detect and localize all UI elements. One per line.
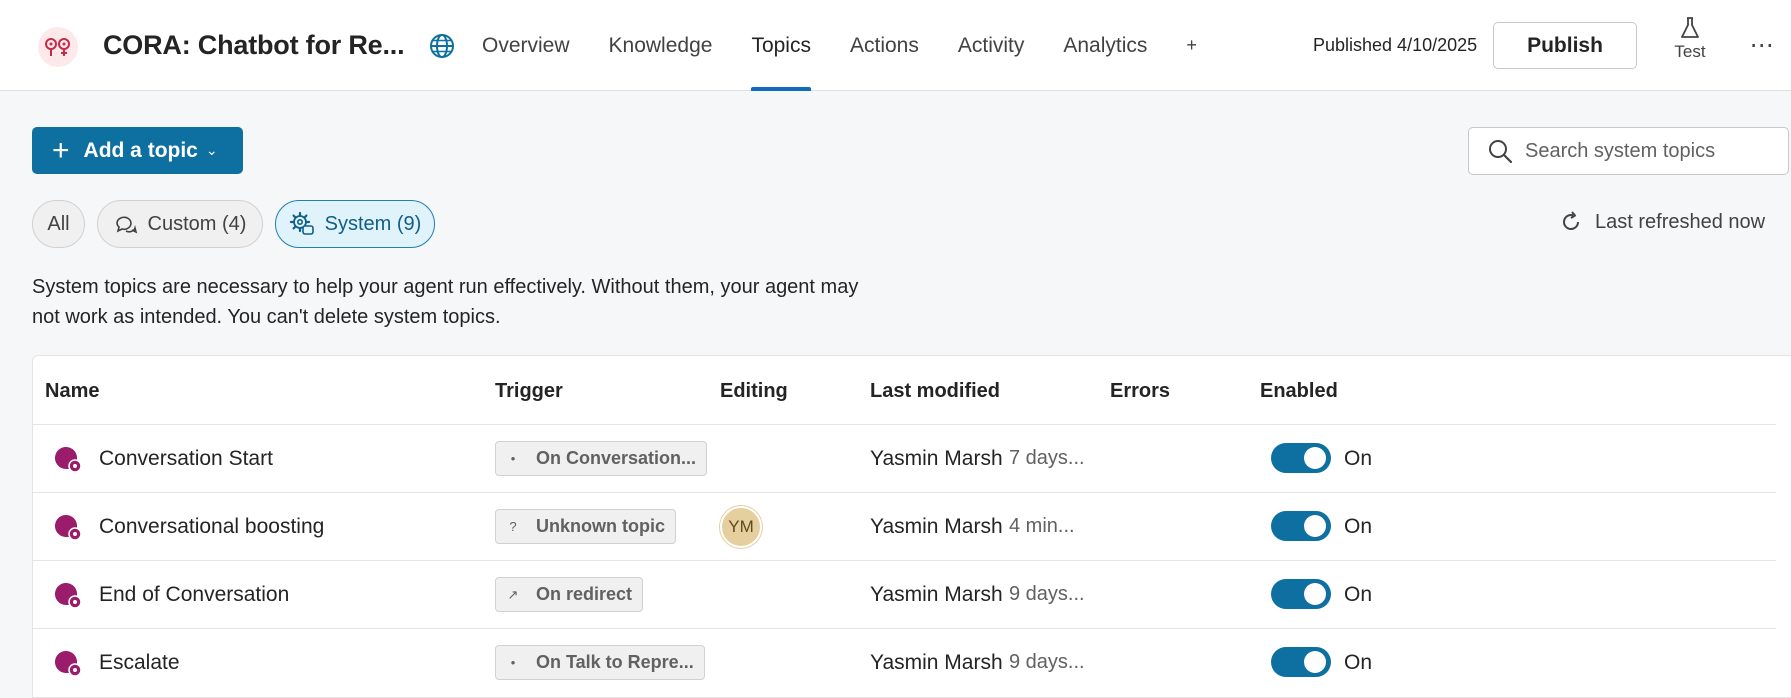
table-row[interactable]: Escalate • On Talk to Repre... Yasmin Ma… [33, 628, 1776, 696]
search-icon [1489, 140, 1513, 164]
refresh-label: Last refreshed now [1595, 210, 1766, 233]
column-header-editing[interactable]: Editing [720, 380, 788, 403]
redirect-icon: ↗ [507, 586, 519, 602]
tab-knowledge[interactable]: Knowledge [609, 0, 713, 91]
system-topic-icon [54, 650, 82, 677]
main-nav: Overview Knowledge Topics Actions Activi… [482, 0, 1236, 91]
enabled-label: On [1344, 514, 1373, 538]
published-status: Published 4/10/2025 [1313, 35, 1478, 55]
modified-when: 9 days... [1009, 651, 1085, 673]
gear-chat-icon [289, 211, 315, 237]
trigger-label: Unknown topic [536, 516, 665, 536]
plus-icon: + [52, 133, 70, 167]
toggle-knob [1304, 515, 1326, 537]
top-header: CORA: Chatbot for Re... Overview Knowled… [0, 0, 1791, 91]
enabled-toggle[interactable] [1271, 443, 1331, 473]
modified-when: 4 min... [1009, 515, 1075, 537]
filter-all-label: All [47, 212, 70, 235]
add-topic-label: Add a topic [83, 138, 198, 162]
table-row[interactable]: End of Conversation ↗ On redirect Yasmin… [33, 560, 1776, 628]
flask-icon [1681, 17, 1699, 38]
refresh-button[interactable]: Last refreshed now [1559, 210, 1765, 234]
topic-name[interactable]: Conversational boosting [99, 493, 324, 560]
modified-when: 7 days... [1009, 447, 1085, 469]
filter-system-label: System (9) [324, 212, 422, 235]
modified-by: Yasmin Marsh [870, 650, 1003, 674]
trigger-badge: ↗ On redirect [495, 577, 644, 612]
modified-by: Yasmin Marsh [870, 582, 1003, 606]
filter-custom[interactable]: Custom (4) [97, 200, 263, 248]
system-topics-notice: System topics are necessary to help your… [32, 276, 859, 328]
test-label: Test [1674, 42, 1706, 61]
trigger-badge: • On Conversation... [495, 441, 708, 476]
filter-all[interactable]: All [32, 200, 85, 248]
agent-logo-icon [45, 38, 70, 56]
table-row[interactable]: Conversation Start • On Conversation... … [33, 424, 1776, 492]
search-placeholder: Search system topics [1525, 139, 1716, 162]
lightbulb-icon: • [510, 655, 516, 670]
enabled-toggle[interactable] [1271, 579, 1331, 609]
tab-overview[interactable]: Overview [482, 0, 570, 91]
topic-name[interactable]: Escalate [99, 629, 180, 696]
column-header-name[interactable]: Name [45, 380, 99, 403]
question-icon: ? [509, 519, 517, 534]
globe-icon[interactable] [428, 32, 456, 60]
column-header-errors[interactable]: Errors [1110, 380, 1170, 403]
chevron-down-icon: ⌄ [205, 142, 218, 158]
column-header-trigger[interactable]: Trigger [495, 380, 563, 403]
agent-title[interactable]: CORA: Chatbot for Re... [103, 30, 405, 61]
editor-avatar[interactable]: YM [720, 506, 762, 548]
add-topic-button[interactable]: + Add a topic ⌄ [32, 127, 243, 174]
topics-table: Name Trigger Editing Last modified Error… [32, 355, 1791, 698]
more-options-button[interactable]: ⋯ [1742, 30, 1782, 60]
topic-name[interactable]: Conversation Start [99, 425, 273, 492]
lightbulb-icon: • [510, 451, 516, 466]
system-topic-icon [54, 446, 82, 473]
system-topic-icon [54, 514, 82, 541]
trigger-label: On Talk to Repre... [536, 652, 694, 672]
enabled-label: On [1344, 446, 1373, 470]
modified-by: Yasmin Marsh [870, 514, 1003, 538]
refresh-icon [1559, 210, 1583, 234]
enabled-label: On [1344, 582, 1373, 606]
trigger-badge: • On Talk to Repre... [495, 645, 705, 680]
modified-when: 9 days... [1009, 583, 1085, 605]
filter-system[interactable]: System (9) [275, 200, 435, 248]
enabled-toggle[interactable] [1271, 511, 1331, 541]
trigger-label: On redirect [536, 584, 633, 604]
column-header-enabled[interactable]: Enabled [1260, 380, 1338, 403]
chat-icon [114, 213, 138, 235]
search-input[interactable]: Search system topics [1468, 127, 1789, 175]
tab-actions[interactable]: Actions [850, 0, 919, 91]
agent-logo[interactable] [38, 27, 78, 67]
topic-name[interactable]: End of Conversation [99, 561, 289, 628]
enabled-toggle[interactable] [1271, 647, 1331, 677]
toggle-knob [1304, 583, 1326, 605]
trigger-label: On Conversation... [536, 448, 697, 468]
system-topic-icon [54, 582, 82, 609]
toggle-knob [1304, 651, 1326, 673]
toggle-knob [1304, 447, 1326, 469]
table-row[interactable]: Conversational boosting ? Unknown topic … [33, 492, 1776, 560]
filter-custom-label: Custom (4) [147, 212, 247, 235]
modified-by: Yasmin Marsh [870, 446, 1003, 470]
tab-topics[interactable]: Topics [751, 0, 811, 91]
tab-activity[interactable]: Activity [958, 0, 1025, 91]
publish-button[interactable]: Publish [1493, 22, 1637, 69]
test-button[interactable]: Test [1665, 16, 1715, 76]
trigger-badge: ? Unknown topic [495, 509, 676, 544]
column-header-last-modified[interactable]: Last modified [870, 380, 1000, 403]
enabled-label: On [1344, 650, 1373, 674]
tab-analytics[interactable]: Analytics [1063, 0, 1147, 91]
add-tab-button[interactable]: + [1186, 0, 1197, 91]
